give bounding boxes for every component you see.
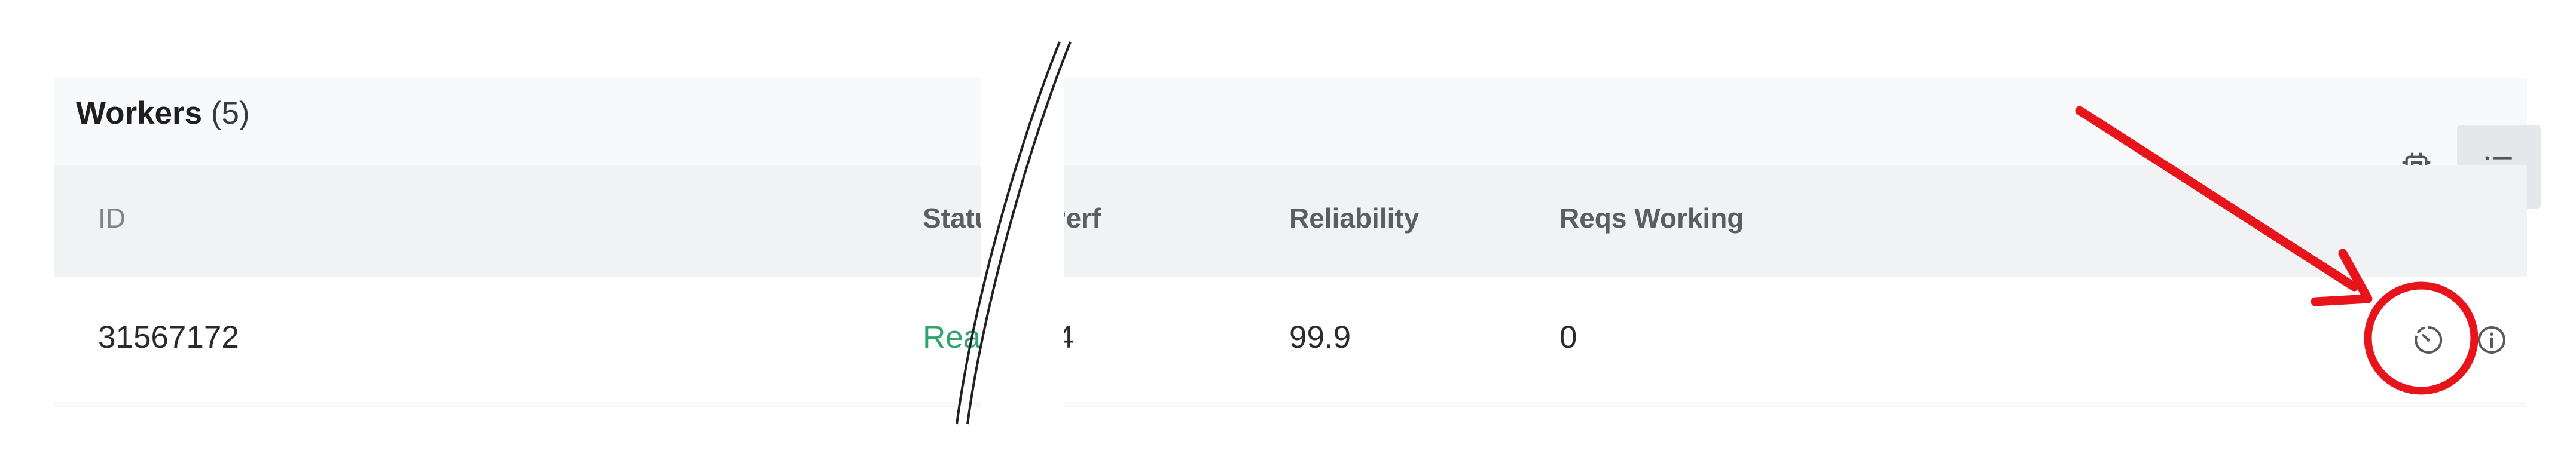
panel-title: Workers (5) xyxy=(76,97,250,129)
card-header: Workers (5) xyxy=(54,78,2541,209)
table-header: ID Statu Perf Reliability Reqs Working xyxy=(54,165,2527,277)
row-actions xyxy=(2404,310,2516,370)
panel-title-text: Workers xyxy=(76,96,203,131)
timer-icon xyxy=(2415,326,2443,354)
worker-count: (5) xyxy=(210,96,250,131)
column-header-reqs-working[interactable]: Reqs Working xyxy=(1559,202,1744,234)
info-icon xyxy=(2478,326,2505,354)
cell-id: 31567172 xyxy=(98,320,239,355)
column-header-reliability[interactable]: Reliability xyxy=(1289,202,1419,234)
column-header-id[interactable]: ID xyxy=(98,202,126,234)
cell-reqs-working: 0 xyxy=(1559,320,1577,355)
info-button[interactable] xyxy=(2468,316,2516,364)
table-row[interactable]: 31567172 Read .4 99.9 0 xyxy=(54,277,2527,402)
workers-card: Workers (5) ID Statu Perf Reliability Re… xyxy=(54,78,2541,407)
timer-button[interactable] xyxy=(2404,316,2452,364)
cell-reliability: 99.9 xyxy=(1289,320,1351,355)
table-break-gap xyxy=(981,36,1064,466)
